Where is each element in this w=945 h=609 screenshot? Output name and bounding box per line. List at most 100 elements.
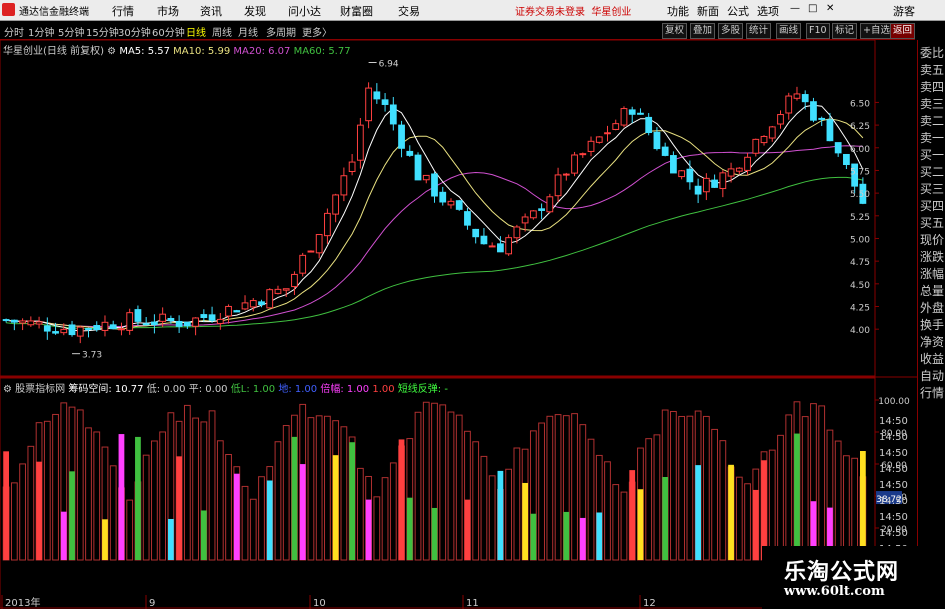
candle-body [225,305,232,317]
side-panel-item[interactable]: 自动 [920,369,944,383]
candle-body [513,226,521,239]
candle-body [637,112,644,115]
price-axis-label: 4.25 [850,304,870,314]
indicator-fill-bar [233,473,240,560]
indicator-fill-bar [176,456,183,560]
watermark: 乐淘公式网 www.60lt.com [762,546,945,609]
menu-market[interactable]: 市场 [157,3,179,19]
candle-body [27,320,35,326]
menu-wealth[interactable]: 财富圈 [340,3,373,19]
multi-stock-button[interactable]: 多股 [718,23,744,39]
price-axis-label: 4.00 [850,326,870,336]
candle-body [175,320,183,327]
indicator-fill-bar [629,470,636,560]
side-panel-item[interactable]: 买一 [920,148,944,162]
side-panel-item[interactable]: 涨幅 [920,267,944,281]
menu-ask[interactable]: 问小达 [288,3,321,19]
period-daily[interactable]: 日线 [186,24,206,39]
close-icon[interactable]: ✕ [826,3,834,14]
menu-bar: 通达信金融终端 行情 市场 资讯 发现 问小达 财富圈 交易 证券交易未登录 华… [0,0,945,21]
side-panel-item[interactable]: 买三 [920,182,944,196]
side-panel-item[interactable]: 净资 [920,335,944,349]
mark-button[interactable]: 标记 [832,23,858,39]
guest-login[interactable]: 游客 [893,3,915,19]
indicator-bar [151,440,158,561]
date-label: 2013年 [5,596,40,609]
menu-new-page[interactable]: 新面 [697,3,719,19]
period-multi[interactable]: 多周期 [266,24,296,39]
period-60min[interactable]: 60分钟 [152,24,185,39]
period-intraday[interactable]: 分时 [4,24,24,39]
side-panel-item[interactable]: 行情 [920,386,944,400]
menu-formula[interactable]: 公式 [727,3,749,19]
side-panel-item[interactable]: 卖五 [920,63,944,77]
draw-button[interactable]: 画线 [776,23,802,39]
indicator-fill-bar [69,471,75,560]
overlay-button[interactable]: 叠加 [690,23,716,39]
menu-quotes[interactable]: 行情 [112,3,134,19]
indicator-bar [785,414,793,561]
candle-body [151,321,158,326]
date-label: 9 [149,598,155,609]
ma10-line [6,118,864,330]
indicator-bar [834,440,842,561]
side-panel-item[interactable]: 卖一 [920,131,944,145]
period-toolbar: 分时 1分钟 5分钟 15分钟 30分钟 60分钟 日线 周线 月线 多周期 更… [0,21,915,40]
indicator-fill-bar [135,436,141,560]
candle-body [620,108,628,126]
candle-body [274,288,282,294]
side-panel-item[interactable]: 买二 [920,165,944,179]
side-panel-item[interactable]: 换手 [920,318,944,332]
add-watchlist-button[interactable]: +自选 [860,23,893,39]
period-30min[interactable]: 30分钟 [118,24,151,39]
chart-area[interactable]: 6.50 6.25 6.00 5.75 5.50 5.25 5.00 4.75 4.50 4.25… [0,40,917,609]
time-label: 14:50 [879,464,908,475]
menu-function[interactable]: 功能 [667,3,689,19]
indicator-legend: ⚙ 股票指标网 筹码空间: 10.77 低: 0.00 平: 0.00 低L: … [3,380,448,395]
side-panel-item[interactable]: 总量 [920,284,944,298]
stats-button[interactable]: 统计 [746,23,772,39]
back-button[interactable]: 返回 [890,23,915,39]
period-5min[interactable]: 5分钟 [58,24,84,39]
indicator-bar [702,415,710,561]
ma5-label: MA5: 5.57 [119,46,170,57]
side-panel-item[interactable]: 卖二 [920,114,944,128]
candle-body [134,309,142,322]
indicator-bar [653,434,661,561]
menu-discover[interactable]: 发现 [244,3,266,19]
indicator-fill-bar [637,489,644,560]
side-panel-item[interactable]: 卖四 [920,80,944,94]
period-15min[interactable]: 15分钟 [86,24,119,39]
restore-icon[interactable]: □ [808,3,817,14]
side-panel-item[interactable]: 收益 [920,352,944,366]
value-multiple: 倍幅: 1.00 [320,384,370,395]
side-panel-item[interactable]: 现价 [920,233,944,247]
period-more[interactable]: 更多〉 [302,24,332,39]
indicator-fill-bar [200,510,207,560]
time-label: 14:50 [879,512,908,523]
candle-body [266,289,274,309]
side-panel-item[interactable]: 涨跌 [920,250,944,264]
menu-options[interactable]: 选项 [757,3,779,19]
indicator-bar [381,477,389,561]
period-weekly[interactable]: 周线 [212,24,232,39]
candle-body [19,320,26,324]
indicator-fill-bar [794,433,800,560]
side-panel-item[interactable]: 卖三 [920,97,944,111]
side-panel-item[interactable]: 买五 [920,216,944,230]
menu-news[interactable]: 资讯 [200,3,222,19]
period-monthly[interactable]: 月线 [238,24,258,39]
settings-icon[interactable]: ⚙ [3,384,12,395]
side-panel-item[interactable]: 委比 [920,46,944,60]
minimize-icon[interactable]: — [790,3,800,14]
f10-button[interactable]: F10 [806,23,830,39]
ma10-polyline [6,118,864,330]
period-1min[interactable]: 1分钟 [28,24,54,39]
side-panel-item[interactable]: 买四 [920,199,944,213]
candle-body [200,314,208,319]
adjust-button[interactable]: 复权 [662,23,688,39]
indicator-bar [678,415,686,561]
settings-icon[interactable]: ⚙ [107,46,116,57]
menu-trade[interactable]: 交易 [398,3,420,19]
side-panel-item[interactable]: 外盘 [920,301,944,315]
